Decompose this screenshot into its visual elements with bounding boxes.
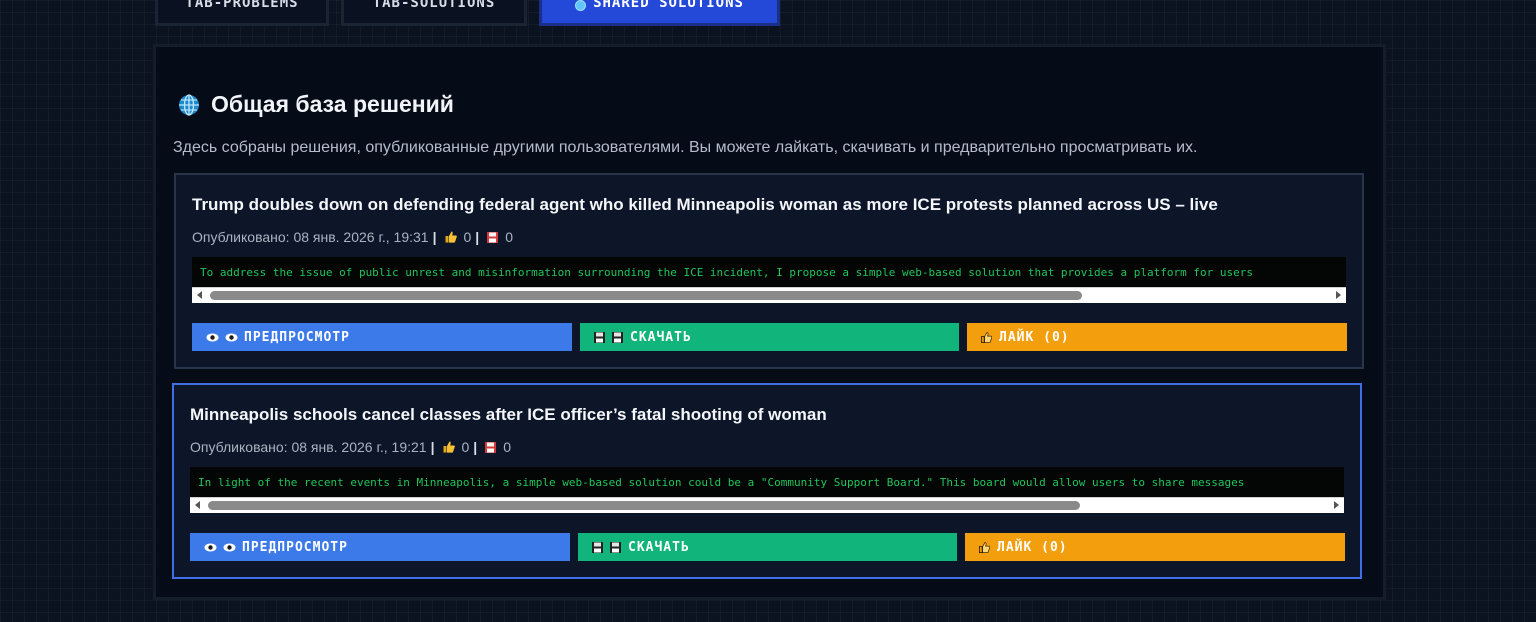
globe-dot-icon <box>575 0 587 11</box>
horizontal-scrollbar[interactable] <box>190 497 1344 513</box>
floppy-disk-icon <box>610 541 621 553</box>
solution-meta: Опубликовано: 08 янв. 2026 г., 19:21 | 0… <box>190 439 511 455</box>
scroll-right-icon[interactable] <box>1334 501 1339 509</box>
like-button[interactable]: ЛАЙК (0) <box>967 323 1347 351</box>
thumbs-up-icon <box>981 331 992 343</box>
solution-title: Minneapolis schools cancel classes after… <box>190 405 827 424</box>
panel-heading: Общая база решений <box>178 91 454 118</box>
eye-icon <box>223 543 236 551</box>
tab-label: TAB-PROBLEMS <box>185 0 299 11</box>
tab-solutions[interactable]: TAB-SOLUTIONS <box>341 0 527 26</box>
horizontal-scrollbar[interactable] <box>192 287 1346 303</box>
meta-separator: | <box>432 229 437 245</box>
downloads-count: 0 <box>503 439 512 455</box>
code-preview[interactable]: In light of the recent events in Minneap… <box>190 467 1344 513</box>
published-date: Опубликовано: 08 янв. 2026 г., 19:21 <box>190 439 427 455</box>
solution-meta: Опубликовано: 08 янв. 2026 г., 19:31 | 0… <box>192 229 513 245</box>
preview-button[interactable]: ПРЕДПРОСМОТР <box>190 533 570 561</box>
scroll-left-icon[interactable] <box>195 501 200 509</box>
floppy-disk-icon <box>594 331 605 343</box>
tab-problems[interactable]: TAB-PROBLEMS <box>155 0 329 26</box>
like-label: ЛАЙК (0) <box>997 539 1068 555</box>
eye-icon <box>206 333 219 341</box>
scroll-left-icon[interactable] <box>197 291 202 299</box>
code-snippet: To address the issue of public unrest an… <box>192 257 1346 287</box>
download-button[interactable]: СКАЧАТЬ <box>580 323 959 351</box>
floppy-disk-icon <box>592 541 603 553</box>
code-preview[interactable]: To address the issue of public unrest an… <box>192 257 1346 303</box>
likes-count: 0 <box>463 229 472 245</box>
solution-title: Trump doubles down on defending federal … <box>192 195 1218 214</box>
preview-label: ПРЕДПРОСМОТР <box>244 329 350 345</box>
floppy-disk-icon <box>485 441 497 453</box>
like-button[interactable]: ЛАЙК (0) <box>965 533 1345 561</box>
download-button[interactable]: СКАЧАТЬ <box>578 533 957 561</box>
solution-card: Trump doubles down on defending federal … <box>174 173 1364 369</box>
solution-card: Minneapolis schools cancel classes after… <box>172 383 1362 579</box>
eye-icon <box>204 543 217 551</box>
meta-separator: | <box>430 439 435 455</box>
published-date: Опубликовано: 08 янв. 2026 г., 19:31 <box>192 229 429 245</box>
tab-label: TAB-SOLUTIONS <box>372 0 496 11</box>
panel-description: Здесь собраны решения, опубликованные др… <box>173 139 1198 156</box>
preview-button[interactable]: ПРЕДПРОСМОТР <box>192 323 572 351</box>
page-title: Общая база решений <box>211 91 454 117</box>
scrollbar-thumb[interactable] <box>210 291 1082 300</box>
floppy-disk-icon <box>612 331 623 343</box>
solution-actions: ПРЕДПРОСМОТР СКАЧАТЬ ЛАЙК (0) <box>190 533 1346 561</box>
likes-count: 0 <box>461 439 470 455</box>
thumbs-up-icon <box>445 231 457 243</box>
downloads-count: 0 <box>505 229 514 245</box>
shared-solutions-panel: Общая база решений Здесь собраны решения… <box>153 44 1386 600</box>
tab-shared-solutions[interactable]: SHARED SOLUTIONS <box>539 0 780 26</box>
scroll-right-icon[interactable] <box>1336 291 1341 299</box>
scrollbar-thumb[interactable] <box>208 501 1080 510</box>
solution-actions: ПРЕДПРОСМОТР СКАЧАТЬ ЛАЙК (0) <box>192 323 1348 351</box>
code-snippet: In light of the recent events in Minneap… <box>190 467 1344 497</box>
tab-label: SHARED SOLUTIONS <box>593 0 744 11</box>
preview-label: ПРЕДПРОСМОТР <box>242 539 348 555</box>
meta-separator: | <box>475 229 480 245</box>
like-label: ЛАЙК (0) <box>999 329 1070 345</box>
floppy-disk-icon <box>487 231 499 243</box>
download-label: СКАЧАТЬ <box>628 539 690 555</box>
globe-icon <box>179 93 199 116</box>
download-label: СКАЧАТЬ <box>630 329 692 345</box>
meta-separator: | <box>473 439 478 455</box>
thumbs-up-icon <box>979 541 990 553</box>
eye-icon <box>225 333 238 341</box>
thumbs-up-icon <box>443 441 455 453</box>
